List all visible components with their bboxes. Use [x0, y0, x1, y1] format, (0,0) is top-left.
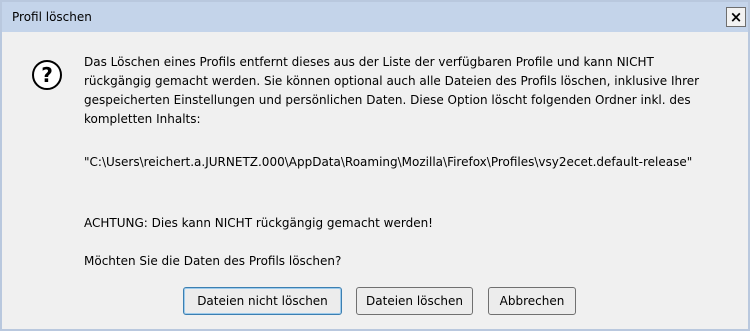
close-button[interactable]: ×	[726, 7, 746, 27]
delete-profile-dialog: Profil löschen × ? Das Löschen eines Pro…	[0, 0, 750, 331]
delete-files-button[interactable]: Dateien löschen	[356, 287, 473, 315]
question-icon: ?	[32, 60, 62, 90]
cancel-button[interactable]: Abbrechen	[488, 287, 576, 315]
keep-files-button[interactable]: Dateien nicht löschen	[183, 287, 342, 315]
question-mark-glyph: ?	[41, 63, 53, 87]
close-icon: ×	[729, 8, 743, 26]
dialog-title: Profil löschen	[12, 10, 92, 24]
profile-path-text: "C:\Users\reichert.a.JURNETZ.000\AppData…	[84, 155, 693, 169]
warning-text: ACHTUNG: Dies kann NICHT rückgängig gema…	[84, 216, 433, 230]
message-paragraph: Das Löschen eines Profils entfernt diese…	[84, 55, 700, 126]
title-bar[interactable]: Profil löschen ×	[2, 2, 748, 32]
question-text: Möchten Sie die Daten des Profils lösche…	[84, 254, 342, 268]
